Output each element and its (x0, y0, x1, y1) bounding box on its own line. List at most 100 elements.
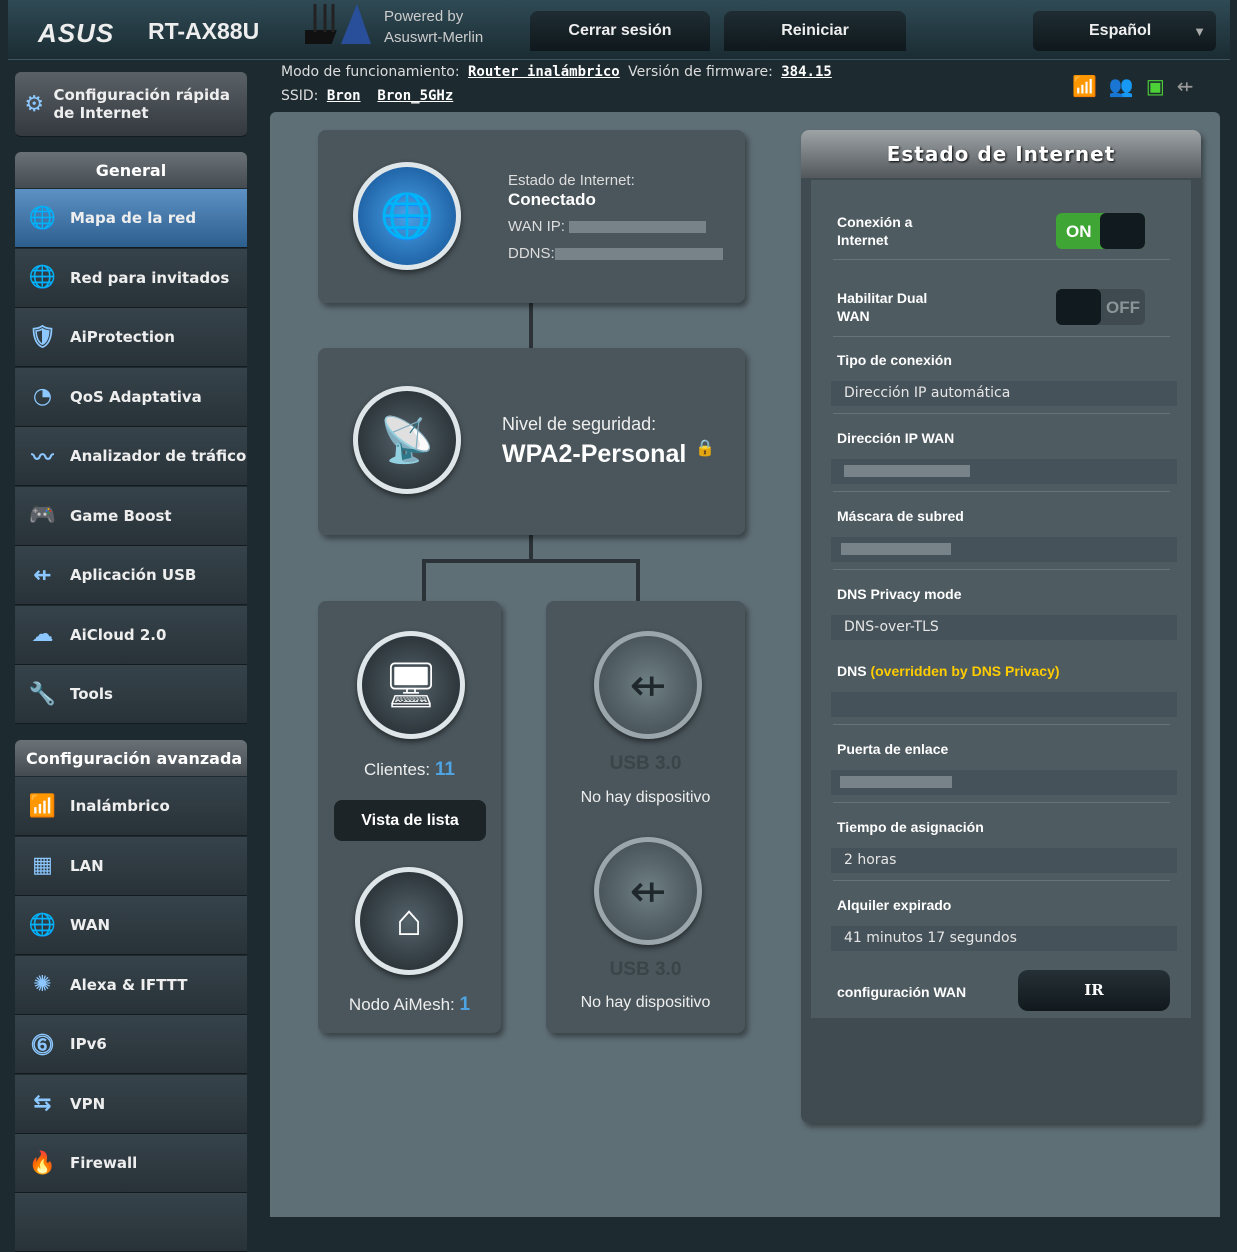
wan-config-go-button[interactable]: IR (1018, 970, 1170, 1011)
sidebar-item-firewall[interactable]: 🔥 Firewall (15, 1134, 247, 1193)
traffic-icon: 〰 (31, 446, 54, 471)
security-level: WPA2-Personal (502, 440, 687, 468)
globe-icon: 🌐 (28, 912, 57, 938)
subnet-mask-value (831, 537, 1177, 562)
sidebar-item-aiprotection[interactable]: 🛡 AiProtection (15, 308, 247, 367)
wrench-icon: 🔧 (28, 681, 57, 707)
sidebar-item-label: WAN (70, 916, 111, 934)
sidebar-item-label: Game Boost (70, 506, 172, 525)
usb-icon[interactable]: ⇷ (594, 631, 702, 739)
sidebar-item-alexa-ifttt[interactable]: ✺ Alexa & IFTTT (15, 955, 247, 1015)
sidebar-item-label: Analizador de tráfico (70, 447, 247, 465)
sidebar-item-label: AiCloud 2.0 (70, 625, 167, 644)
aimesh-icon[interactable]: ⌂ (355, 867, 463, 975)
sidebar-item-more[interactable] (15, 1193, 247, 1252)
quick-setup-button[interactable]: ⚙ Configuración rápida de Internet (15, 72, 247, 137)
sidebar-item-inal-mbrico[interactable]: 📶 Inalámbrico (15, 777, 247, 836)
ssid-5-link[interactable]: Bron_5GHz (377, 88, 453, 104)
sidebar-item-lan[interactable]: ▦ LAN (15, 836, 247, 896)
usb-icon[interactable]: ⇷ (594, 837, 702, 945)
ipv6-icon: ⓺ (31, 1034, 54, 1059)
ssid-24-link[interactable]: Bron (327, 88, 361, 104)
sidebar-item-label: Red para invitados (70, 268, 230, 287)
gamepad-icon: 🎮 (28, 503, 57, 528)
shield-icon: 🛡 (28, 324, 57, 350)
router-model: RT-AX88U (148, 18, 260, 44)
clients-count: 11 (434, 759, 455, 780)
sidebar-item-label: Mapa de la red (70, 209, 197, 227)
wifi-icon[interactable]: 📶 (1072, 76, 1109, 98)
computer-icon[interactable]: 🖥 (357, 631, 465, 739)
globe-icon: 🌐 (28, 205, 57, 231)
guest-icon: 🌐 (28, 265, 57, 290)
reboot-button[interactable]: Reiniciar (724, 11, 906, 51)
sidebar-item-red-para-invitados[interactable]: 🌐 Red para invitados (15, 248, 247, 308)
internet-card[interactable]: 🌐 Estado de Internet: Conectado WAN IP: … (318, 130, 745, 303)
gauge-icon: ◔ (32, 384, 53, 409)
internet-status-panel: Estado de Internet Conexión a Internet O… (801, 130, 1201, 1123)
sidebar-item-label: Tools (70, 685, 113, 703)
network-icon[interactable]: ▣ (1146, 76, 1177, 98)
sidebar-item-label: VPN (70, 1094, 106, 1113)
globe-icon[interactable]: 🌐 (353, 162, 461, 270)
operation-mode-link[interactable]: Router inalámbrico (468, 64, 620, 80)
internet-status: Conectado (508, 190, 596, 209)
sidebar-item-label: AiProtection (70, 328, 175, 346)
panel-title: Estado de Internet (801, 130, 1201, 178)
clients-card[interactable]: 🖥 Clientes: 11 Vista de lista ⌂ Nodo AiM… (318, 601, 501, 1033)
vpn-icon: ⇆ (33, 1091, 52, 1116)
dns-privacy-value: DNS-over-TLS (831, 615, 1177, 640)
gateway-value (831, 770, 1177, 795)
router-icon[interactable]: 📡 (353, 386, 461, 494)
sidebar-item-game-boost[interactable]: 🎮 Game Boost (15, 486, 247, 546)
clients-icon[interactable]: 👥 (1109, 76, 1146, 98)
lease-time-value: 2 horas (831, 848, 1177, 873)
aimesh-count: 1 (459, 994, 471, 1015)
sidebar-item-vpn[interactable]: ⇆ VPN (15, 1074, 247, 1134)
sidebar-item-wan[interactable]: 🌐 WAN (15, 896, 247, 955)
asus-logo: ASUS (38, 18, 115, 48)
internet-connection-toggle[interactable]: ON (1056, 213, 1145, 249)
merlin-logo-icon (291, 2, 377, 50)
sidebar-item-qos-adaptativa[interactable]: ◔ QoS Adaptativa (15, 367, 247, 427)
lease-expire-value: 41 minutos 17 segundos (831, 926, 1177, 951)
sidebar-item-analizador-de-tr-fico[interactable]: 〰 Analizador de tráfico (15, 427, 247, 486)
cloud-icon: ☁ (31, 622, 54, 647)
wan-ip-value (831, 459, 1177, 484)
chevron-down-icon: ▼ (1193, 23, 1206, 39)
gear-wrench-icon: ⚙ (24, 91, 45, 117)
sidebar-item-label: QoS Adaptativa (70, 387, 202, 406)
usb-card: ⇷ USB 3.0 No hay dispositivo ⇷ USB 3.0 N… (546, 601, 745, 1033)
operation-mode: Modo de funcionamiento: Router inalámbri… (281, 64, 832, 80)
sidebar-item-aicloud-2-0[interactable]: ☁ AiCloud 2.0 (15, 605, 247, 665)
dual-wan-toggle[interactable]: OFF (1056, 289, 1145, 325)
sidebar-item-label: Firewall (70, 1154, 138, 1172)
sidebar-item-label: Inalámbrico (70, 797, 170, 815)
firewall-icon: 🔥 (28, 1150, 57, 1176)
sidebar-item-mapa-de-la-red[interactable]: 🌐 Mapa de la red (15, 189, 247, 248)
advanced-header: Configuración avanzada (15, 740, 247, 776)
sidebar-item-aplicaci-n-usb[interactable]: ⇷ Aplicación USB (15, 546, 247, 605)
sidebar-item-label: LAN (70, 856, 104, 875)
sidebar-item-label: Aplicación USB (70, 566, 197, 584)
ssid-row: SSID: Bron Bron_5GHz (281, 88, 454, 104)
lan-icon: ▦ (32, 853, 53, 878)
list-view-button[interactable]: Vista de lista (334, 800, 486, 841)
general-header: General (15, 152, 247, 188)
usb-status-icon[interactable]: ⇷ (1177, 76, 1206, 98)
lock-icon: 🔒 (695, 440, 715, 457)
status-icons: 📶👥▣⇷ (1072, 74, 1205, 99)
wireless-icon: 📶 (28, 793, 57, 819)
logout-button[interactable]: Cerrar sesión (530, 11, 710, 51)
connection-type-value: Dirección IP automática (831, 381, 1177, 406)
sidebar-item-label: Alexa & IFTTT (70, 975, 188, 994)
sidebar-item-ipv6[interactable]: ⓺ IPv6 (15, 1015, 247, 1074)
alexa-icon: ✺ (33, 972, 52, 997)
language-select[interactable]: Español ▼ (1033, 11, 1216, 51)
router-card[interactable]: 📡 Nivel de seguridad: WPA2-Personal 🔒 (318, 348, 745, 535)
sidebar-item-tools[interactable]: 🔧 Tools (15, 665, 247, 724)
dns-value (831, 692, 1177, 717)
firmware-link[interactable]: 384.15 (781, 64, 832, 80)
usb-icon: ⇷ (33, 562, 52, 588)
powered-by: Powered by Asuswrt-Merlin (384, 8, 484, 46)
